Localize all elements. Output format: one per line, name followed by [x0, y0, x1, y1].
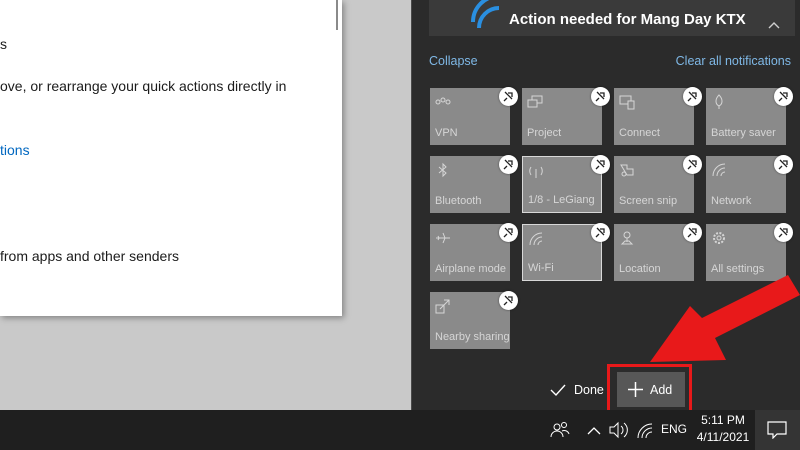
input-language-indicator[interactable]: ENG — [661, 422, 687, 436]
clock-time: 5:11 PM — [701, 413, 745, 427]
notification-icon — [767, 421, 787, 439]
volume-icon[interactable] — [608, 410, 630, 450]
people-icon[interactable] — [549, 410, 571, 450]
clock-date: 4/11/2021 — [696, 430, 750, 444]
chevron-up-tray-icon[interactable] — [586, 410, 602, 450]
action-center-button[interactable] — [755, 410, 800, 450]
network-tray-icon[interactable] — [636, 410, 654, 450]
taskbar: ENG 5:11 PM 4/11/2021 — [0, 410, 800, 450]
red-pointer-arrow-icon — [650, 275, 800, 362]
system-clock[interactable]: 5:11 PM 4/11/2021 — [693, 412, 753, 446]
